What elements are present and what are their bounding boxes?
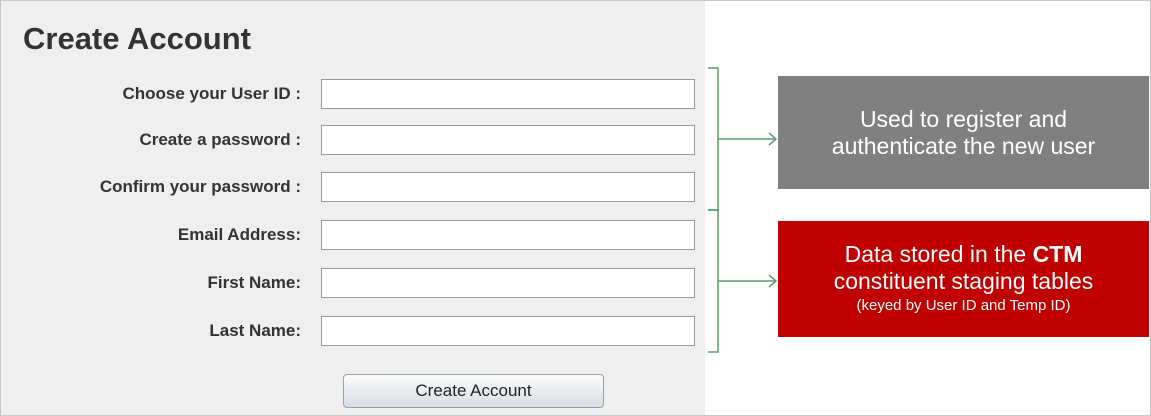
form-row-email: Email Address: [1, 220, 705, 250]
auth-callout-line1: Used to register and [859, 105, 1068, 132]
auth-callout-box: Used to register and authenticate the ne… [778, 76, 1149, 189]
user-id-input[interactable] [321, 79, 695, 109]
form-row-last-name: Last Name: [1, 316, 705, 346]
ctm-callout-line3: (keyed by User ID and Temp ID) [856, 297, 1071, 314]
create-account-button[interactable]: Create Account [343, 374, 604, 408]
brackets-diagram [708, 67, 778, 353]
auth-callout-line2: authenticate the new user [831, 132, 1096, 159]
form-title: Create Account [23, 21, 251, 56]
first-name-input[interactable] [321, 268, 695, 298]
form-row-password: Create a password : [1, 125, 705, 155]
upper-brace [708, 67, 719, 211]
ctm-callout-line1-prefix: Data stored in the [844, 241, 1033, 267]
form-row-user-id: Choose your User ID : [1, 79, 705, 109]
form-row-confirm-password: Confirm your password : [1, 172, 705, 202]
ctm-callout-line2: constituent staging tables [833, 268, 1094, 294]
form-row-first-name: First Name: [1, 268, 705, 298]
password-input[interactable] [321, 125, 695, 155]
lower-brace [708, 209, 719, 353]
password-label: Create a password : [139, 130, 301, 149]
ctm-callout-box: Data stored in the CTM constituent stagi… [778, 221, 1149, 337]
email-label: Email Address: [177, 225, 301, 244]
confirm-password-input[interactable] [321, 172, 695, 202]
first-name-label: First Name: [207, 273, 301, 292]
last-name-input[interactable] [321, 316, 695, 346]
confirm-password-label: Confirm your password : [99, 177, 301, 196]
user-id-label: Choose your User ID : [122, 84, 301, 103]
last-name-label: Last Name: [209, 321, 301, 340]
email-input[interactable] [321, 220, 695, 250]
ctm-callout-line1: Data stored in the CTM [845, 241, 1083, 268]
create-account-form: Create Account Choose your User ID : Cre… [1, 1, 705, 415]
ctm-callout-emphasis: CTM [1032, 241, 1083, 267]
